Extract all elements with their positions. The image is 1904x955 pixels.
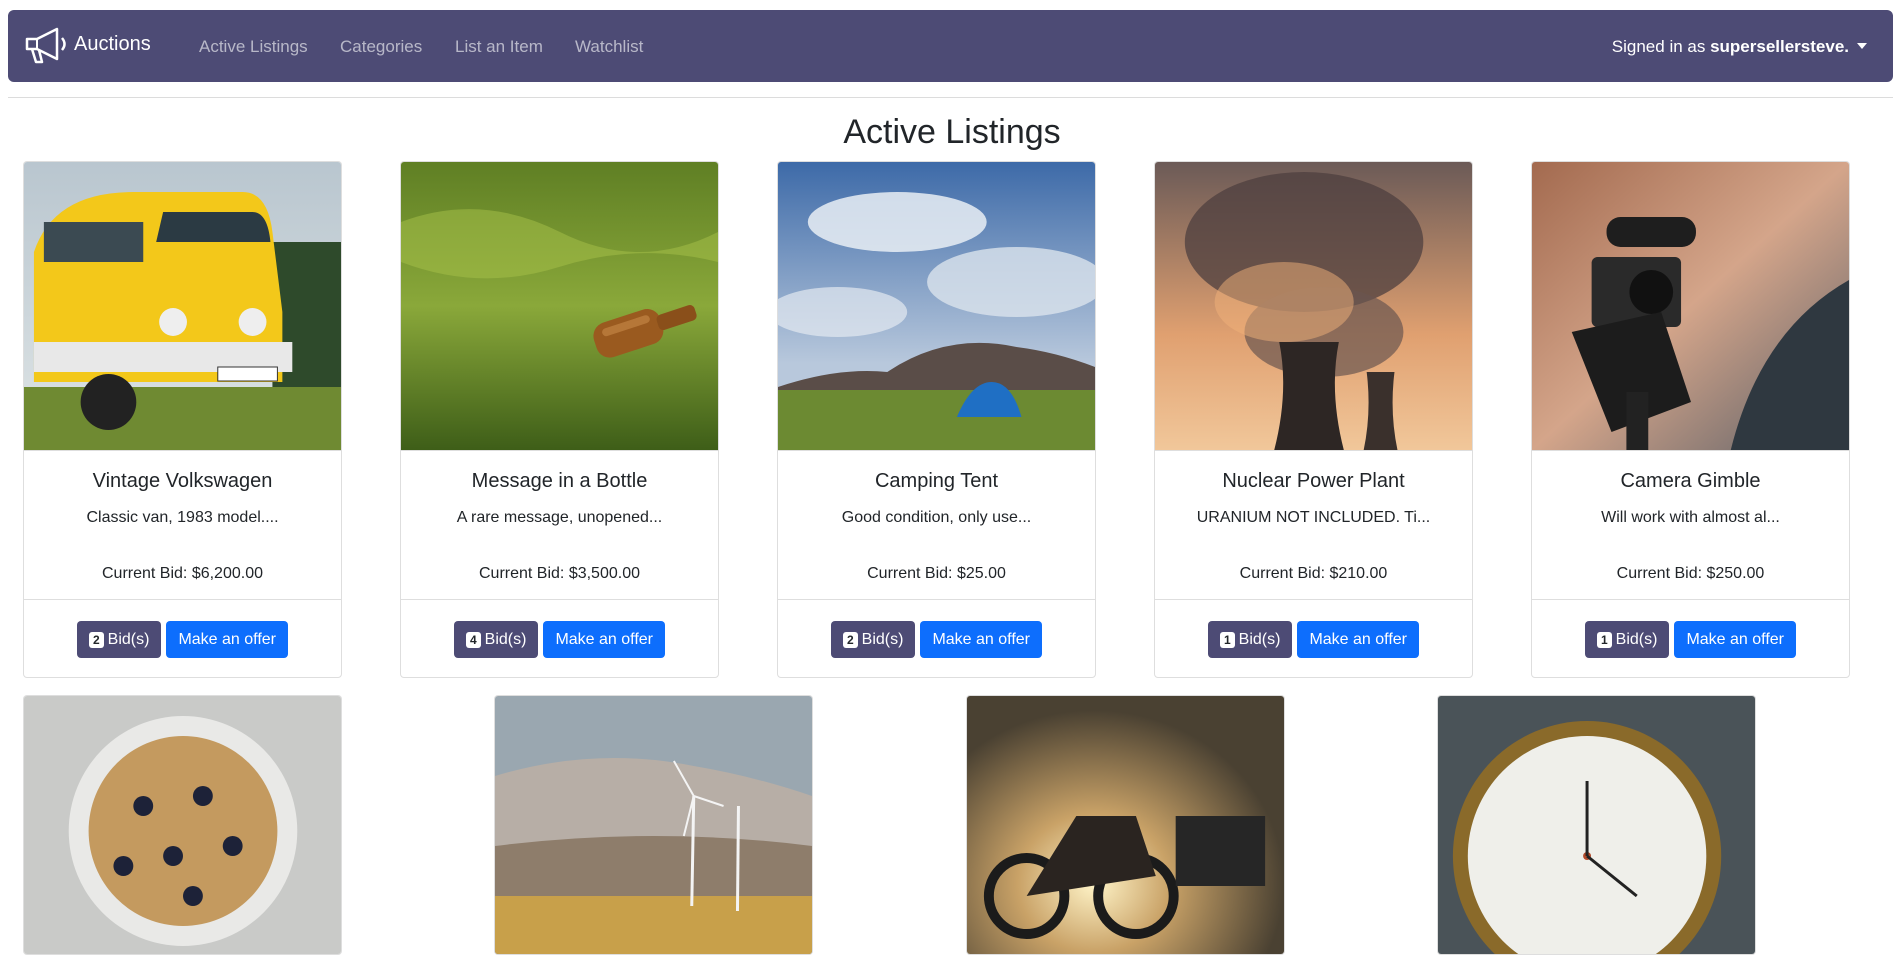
- van-photo: [24, 162, 341, 450]
- listing-title[interactable]: Nuclear Power Plant: [1155, 470, 1472, 493]
- listing-image[interactable]: [24, 696, 341, 954]
- camera-gimbal-photo: [1532, 162, 1849, 450]
- nav-watchlist[interactable]: Watchlist: [575, 37, 643, 57]
- listing-card: [966, 695, 1285, 955]
- listing-card: Camping Tent Good condition, only use...…: [777, 161, 1096, 678]
- make-offer-button[interactable]: Make an offer: [166, 621, 288, 658]
- bids-button[interactable]: 4 Bid(s): [453, 621, 539, 658]
- username: supersellersteve.: [1710, 37, 1849, 56]
- bids-button[interactable]: 2 Bid(s): [76, 621, 162, 658]
- listing-image[interactable]: [967, 696, 1284, 954]
- nav-active-listings[interactable]: Active Listings: [199, 37, 308, 57]
- power-plant-photo: [1155, 162, 1472, 450]
- motorcycles-photo: [967, 696, 1284, 954]
- card-footer: 1 Bid(s) Make an offer: [1532, 599, 1849, 677]
- card-footer: 4 Bid(s) Make an offer: [401, 599, 718, 677]
- tent-photo: [778, 162, 1095, 450]
- user-dropdown[interactable]: Signed in as supersellersteve.: [1612, 37, 1867, 57]
- bids-button[interactable]: 1 Bid(s): [1584, 621, 1670, 658]
- navbar: Auctions Active Listings Categories List…: [8, 10, 1893, 82]
- listing-card: [23, 695, 342, 955]
- listing-image[interactable]: [401, 162, 718, 451]
- card-body: Camera Gimble Will work with almost al..…: [1532, 451, 1849, 599]
- listing-image[interactable]: [1532, 162, 1849, 451]
- bids-label: Bid(s): [1238, 630, 1281, 648]
- card-footer: 1 Bid(s) Make an offer: [1155, 599, 1472, 677]
- divider: [8, 97, 1893, 98]
- current-bid: Current Bid: $210.00: [1239, 565, 1388, 582]
- bids-label: Bid(s): [484, 630, 527, 648]
- listing-image[interactable]: [24, 162, 341, 451]
- listing-image[interactable]: [1438, 696, 1755, 954]
- current-bid: Current Bid: $6,200.00: [102, 565, 263, 582]
- listing-description: A rare message, unopened...: [456, 509, 663, 526]
- make-offer-button[interactable]: Make an offer: [1297, 621, 1419, 658]
- cereal-bowl-photo: [24, 696, 341, 954]
- listing-card: [494, 695, 813, 955]
- signed-in-label: Signed in as: [1611, 37, 1711, 56]
- nav-categories[interactable]: Categories: [340, 37, 422, 57]
- listing-image[interactable]: [495, 696, 812, 954]
- megaphone-icon: [25, 27, 66, 64]
- bid-count-badge: 1: [1219, 631, 1235, 648]
- listing-title[interactable]: Camera Gimble: [1532, 470, 1849, 493]
- page-title: Active Listings: [843, 113, 1061, 151]
- current-bid: Current Bid: $250.00: [1616, 565, 1765, 582]
- listing-description: Will work with almost al...: [1601, 509, 1780, 526]
- make-offer-button[interactable]: Make an offer: [543, 621, 665, 658]
- card-footer: 2 Bid(s) Make an offer: [778, 599, 1095, 677]
- bid-count-badge: 4: [465, 631, 481, 648]
- bids-label: Bid(s): [1615, 630, 1658, 648]
- bids-button[interactable]: 2 Bid(s): [830, 621, 916, 658]
- card-body: Vintage Volkswagen Classic van, 1983 mod…: [24, 451, 341, 599]
- listing-card: Camera Gimble Will work with almost al..…: [1531, 161, 1850, 678]
- listing-image[interactable]: [778, 162, 1095, 451]
- card-body: Message in a Bottle A rare message, unop…: [401, 451, 718, 599]
- listing-title[interactable]: Vintage Volkswagen: [24, 470, 341, 493]
- wind-turbine-photo: [495, 696, 812, 954]
- brand-name: Auctions: [74, 32, 151, 55]
- listing-card: Nuclear Power Plant URANIUM NOT INCLUDED…: [1154, 161, 1473, 678]
- listing-image[interactable]: [1155, 162, 1472, 451]
- bid-count-badge: 1: [1596, 631, 1612, 648]
- listing-card: Vintage Volkswagen Classic van, 1983 mod…: [23, 161, 342, 678]
- bids-label: Bid(s): [107, 630, 150, 648]
- bids-button[interactable]: 1 Bid(s): [1207, 621, 1293, 658]
- bottle-photo: [401, 162, 718, 450]
- current-bid: Current Bid: $3,500.00: [479, 565, 640, 582]
- brand-link[interactable]: Auctions: [24, 26, 151, 66]
- card-footer: 2 Bid(s) Make an offer: [24, 599, 341, 677]
- listing-description: Classic van, 1983 model....: [86, 509, 279, 526]
- card-body: Nuclear Power Plant URANIUM NOT INCLUDED…: [1155, 451, 1472, 599]
- caret-down-icon: [1857, 43, 1867, 49]
- make-offer-button[interactable]: Make an offer: [920, 621, 1042, 658]
- listing-title[interactable]: Message in a Bottle: [401, 470, 718, 493]
- card-body: Camping Tent Good condition, only use...…: [778, 451, 1095, 599]
- listing-card: Message in a Bottle A rare message, unop…: [400, 161, 719, 678]
- nav-list-an-item[interactable]: List an Item: [455, 37, 543, 57]
- bids-label: Bid(s): [861, 630, 904, 648]
- listing-title[interactable]: Camping Tent: [778, 470, 1095, 493]
- bid-count-badge: 2: [842, 631, 858, 648]
- listing-description: Good condition, only use...: [841, 509, 1032, 526]
- listing-card: [1437, 695, 1756, 955]
- current-bid: Current Bid: $25.00: [867, 565, 1006, 582]
- make-offer-button[interactable]: Make an offer: [1674, 621, 1796, 658]
- listing-description: URANIUM NOT INCLUDED. Ti...: [1196, 509, 1431, 526]
- bid-count-badge: 2: [88, 631, 104, 648]
- pocket-watch-photo: [1438, 696, 1755, 954]
